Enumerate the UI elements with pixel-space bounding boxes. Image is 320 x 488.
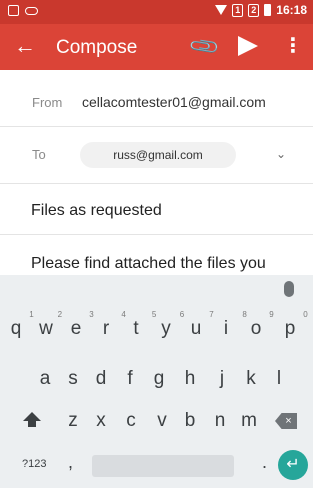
key-p[interactable]: 0p [277, 310, 308, 348]
to-label: To [32, 147, 46, 162]
key-h[interactable]: h [177, 360, 203, 398]
key-d[interactable]: d [88, 360, 114, 398]
key-label: u [190, 318, 202, 339]
backspace-key[interactable]: × [275, 413, 297, 429]
key-o[interactable]: 9o [243, 310, 274, 348]
key-l[interactable]: l [266, 360, 292, 398]
symbols-key[interactable]: ?123 [22, 458, 46, 470]
soft-keyboard: 1q 2w 3e 4r 5t 6y 7u 8i 9o 0p a s d f g … [0, 275, 313, 488]
key-label: v [157, 410, 167, 431]
arrow-back-icon[interactable]: ← [14, 34, 36, 58]
key-label: y [161, 318, 171, 339]
space-bar[interactable] [92, 455, 234, 477]
key-label: g [153, 368, 165, 389]
key-j[interactable]: j [209, 360, 235, 398]
key-w[interactable]: 2w [33, 310, 62, 348]
shift-key[interactable] [22, 412, 42, 432]
gallery-notification-icon [8, 5, 19, 16]
app-bar: ← Compose 📎 ⋮ [0, 24, 313, 70]
chevron-down-icon[interactable]: ⌄ [276, 147, 286, 161]
key-number-hint: 9 [269, 310, 274, 319]
key-x[interactable]: x [88, 402, 114, 440]
key-label: z [68, 410, 78, 431]
key-label: e [70, 318, 82, 339]
send-icon[interactable] [238, 36, 258, 56]
from-row[interactable]: From cellacomtester01@gmail.com [0, 70, 313, 126]
key-m[interactable]: m [236, 402, 262, 440]
key-u[interactable]: 7u [183, 310, 214, 348]
subject-text: Files as requested [31, 202, 162, 219]
key-label: d [95, 368, 107, 389]
key-number-hint: 2 [57, 310, 63, 319]
key-label: w [39, 318, 53, 339]
subject-field[interactable]: Files as requested [0, 184, 313, 234]
key-e[interactable]: 3e [63, 310, 94, 348]
key-label: p [284, 318, 296, 339]
key-r[interactable]: 4r [93, 310, 126, 348]
key-label: i [223, 318, 229, 339]
suggestion-strip [0, 275, 313, 305]
key-label: a [39, 368, 51, 389]
wifi-icon [215, 5, 228, 15]
key-label: n [214, 410, 226, 431]
from-label: From [32, 95, 63, 110]
sim1-signal-icon: 1 [232, 3, 244, 17]
key-c[interactable]: c [118, 402, 144, 440]
key-label: l [276, 368, 282, 389]
key-label: h [184, 368, 196, 389]
voicemail-notification-icon [25, 7, 38, 15]
shift-arrow-icon [23, 412, 41, 421]
key-f[interactable]: f [117, 360, 143, 398]
key-a[interactable]: a [32, 360, 58, 398]
paperclip-icon[interactable]: 📎 [187, 29, 222, 64]
key-label: c [126, 410, 136, 431]
microphone-icon[interactable] [284, 281, 294, 297]
key-label: o [250, 318, 262, 339]
from-address[interactable]: cellacomtester01@gmail.com [82, 94, 266, 110]
key-label: m [241, 410, 257, 431]
body-text: Please find attached the files you [31, 255, 266, 272]
key-q[interactable]: 1q [3, 310, 34, 348]
key-v[interactable]: v [149, 402, 175, 440]
key-label: x [96, 410, 106, 431]
key-s[interactable]: s [60, 360, 86, 398]
body-field[interactable]: Please find attached the files you [0, 235, 313, 275]
enter-key[interactable]: ↵ [278, 450, 308, 480]
to-row[interactable]: To russ@gmail.com ⌄ [0, 127, 313, 183]
status-bar: 1 2 16:18 [0, 0, 313, 24]
key-number-hint: 0 [303, 310, 308, 319]
key-label: k [246, 368, 256, 389]
more-vert-icon[interactable]: ⋮ [283, 34, 303, 58]
key-label: q [10, 318, 22, 339]
key-label: t [133, 318, 139, 339]
key-label: f [127, 368, 133, 389]
key-i[interactable]: 8i [213, 310, 247, 348]
key-k[interactable]: k [238, 360, 264, 398]
key-label: s [68, 368, 78, 389]
key-label: j [219, 368, 225, 389]
key-b[interactable]: b [177, 402, 203, 440]
comma-key[interactable]: , [68, 452, 73, 473]
key-label: r [102, 318, 110, 339]
sim2-signal-icon: 2 [248, 3, 260, 17]
key-label: b [184, 410, 196, 431]
status-time: 16:18 [276, 3, 307, 17]
recipient-chip[interactable]: russ@gmail.com [80, 142, 236, 168]
key-n[interactable]: n [207, 402, 233, 440]
period-key[interactable]: . [262, 452, 267, 473]
key-y[interactable]: 6y [153, 310, 184, 348]
key-t[interactable]: 5t [123, 310, 156, 348]
page-title: Compose [56, 37, 138, 58]
key-z[interactable]: z [60, 402, 86, 440]
battery-icon [264, 4, 272, 16]
key-g[interactable]: g [146, 360, 172, 398]
